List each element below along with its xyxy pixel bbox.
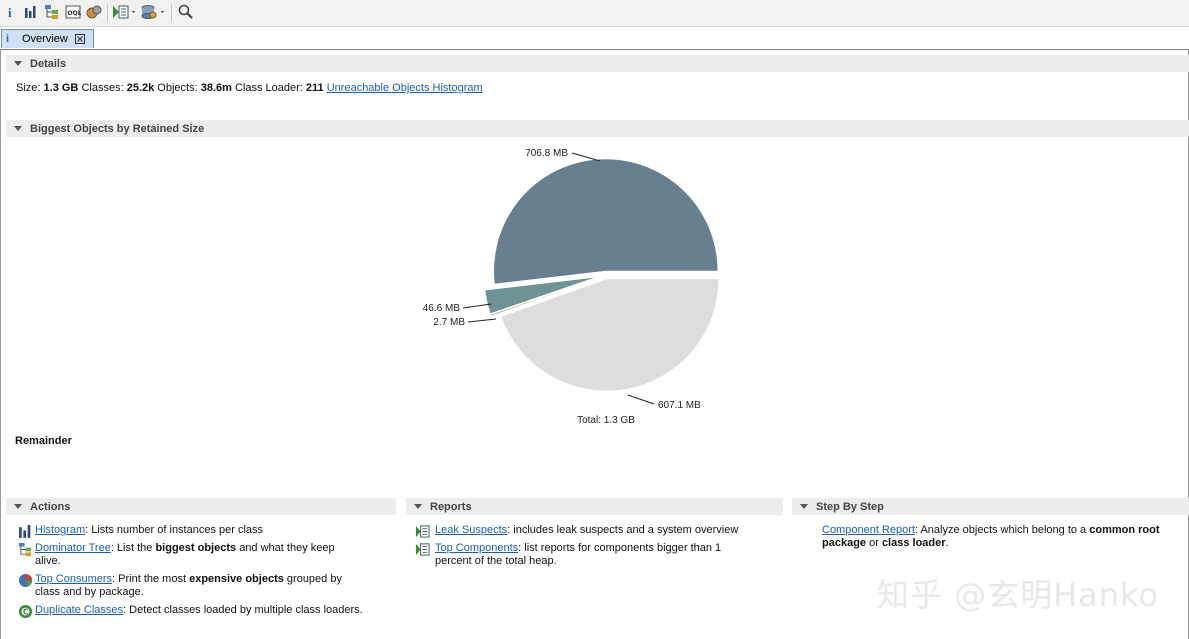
- section-title: Biggest Objects by Retained Size: [30, 122, 205, 135]
- tab-overview[interactable]: i Overview: [1, 29, 94, 48]
- object-count: 38.6m: [200, 82, 232, 94]
- thread-overview-icon[interactable]: [85, 3, 103, 21]
- retained-size-pie-chart: 706.8 MB 46.6 MB 2.7 MB 607.1 MB Total: 1.3 …: [423, 148, 719, 426]
- svg-text:OQL: OQL: [68, 10, 82, 17]
- class-count: 25.2k: [126, 82, 155, 94]
- heap-size: 1.3 GB: [43, 82, 79, 94]
- step-component-report: Component Report: Analyze objects which …: [822, 524, 1160, 549]
- slice-label: 706.8 MB: [525, 148, 568, 159]
- close-icon[interactable]: [74, 34, 85, 44]
- svg-text:i: i: [8, 5, 12, 19]
- top-consumers-link[interactable]: Top Consumers: [35, 573, 112, 585]
- oql-icon[interactable]: OQL: [64, 3, 82, 21]
- toolbar-separator: [107, 4, 108, 21]
- toolbar: i OQL: [0, 0, 1189, 27]
- run-report-icon[interactable]: [112, 3, 138, 21]
- svg-text:C: C: [23, 607, 29, 616]
- duplicate-classes-icon: C: [18, 604, 33, 619]
- actions-section-header[interactable]: Actions: [6, 498, 396, 515]
- section-title: Actions: [30, 500, 71, 513]
- step-by-step-section-header[interactable]: Step By Step: [792, 498, 1189, 515]
- details-summary: Size: 1.3 GB Classes: 25.2k Objects: 38.…: [16, 82, 483, 94]
- dominator-tree-link[interactable]: Dominator Tree: [35, 542, 111, 554]
- info-icon[interactable]: i: [2, 3, 20, 21]
- watermark: 知乎 @玄明Hanko: [876, 576, 1159, 614]
- collapse-arrow-icon[interactable]: [800, 504, 808, 509]
- remainder-label: Remainder: [15, 435, 72, 447]
- histogram-link[interactable]: Histogram: [35, 524, 85, 536]
- collapse-arrow-icon[interactable]: [14, 504, 22, 509]
- total-label: Total: 1.3 GB: [577, 415, 635, 426]
- search-icon[interactable]: [177, 3, 195, 21]
- slice-label: 2.7 MB: [433, 317, 465, 328]
- dominator-tree-icon[interactable]: [43, 3, 61, 21]
- histogram-icon: [19, 525, 31, 538]
- slice-leader-line: [627, 394, 655, 405]
- info-icon: i: [6, 33, 10, 45]
- slice-label: 46.6 MB: [423, 303, 461, 314]
- slice-leader-line: [462, 303, 492, 309]
- top-components-link[interactable]: Top Components: [435, 542, 518, 554]
- slice-leader-line: [467, 318, 497, 323]
- slice-label: 607.1 MB: [658, 400, 701, 411]
- pie-slice[interactable]: [493, 158, 719, 285]
- leak-suspects-link[interactable]: Leak Suspects: [435, 524, 507, 536]
- toolbar-separator: [171, 4, 172, 21]
- query-browser-icon[interactable]: [141, 3, 167, 21]
- reports-section-header[interactable]: Reports: [406, 498, 783, 515]
- report-icon: [415, 525, 430, 538]
- component-report-link[interactable]: Component Report: [822, 524, 915, 536]
- section-title: Details: [30, 57, 67, 70]
- report-icon: [415, 543, 430, 556]
- dominator-tree-icon: [18, 542, 32, 557]
- section-title: Reports: [430, 500, 472, 513]
- section-title: Step By Step: [816, 500, 884, 513]
- editor-tab-bar: i Overview: [0, 28, 1189, 50]
- slice-leader-line: [571, 152, 601, 162]
- collapse-arrow-icon[interactable]: [414, 504, 422, 509]
- biggest-objects-section-header[interactable]: Biggest Objects by Retained Size: [6, 120, 1189, 137]
- pie-chart-icon: [18, 573, 33, 588]
- collapse-arrow-icon[interactable]: [14, 126, 22, 131]
- duplicate-classes-link[interactable]: Duplicate Classes: [35, 604, 123, 616]
- tab-label: Overview: [22, 33, 68, 45]
- histogram-icon[interactable]: [22, 3, 40, 21]
- classloader-count: 211: [305, 82, 324, 94]
- unreachable-histogram-link[interactable]: Unreachable Objects Histogram: [327, 82, 483, 94]
- details-section-header[interactable]: Details: [6, 55, 1189, 72]
- collapse-arrow-icon[interactable]: [14, 61, 22, 66]
